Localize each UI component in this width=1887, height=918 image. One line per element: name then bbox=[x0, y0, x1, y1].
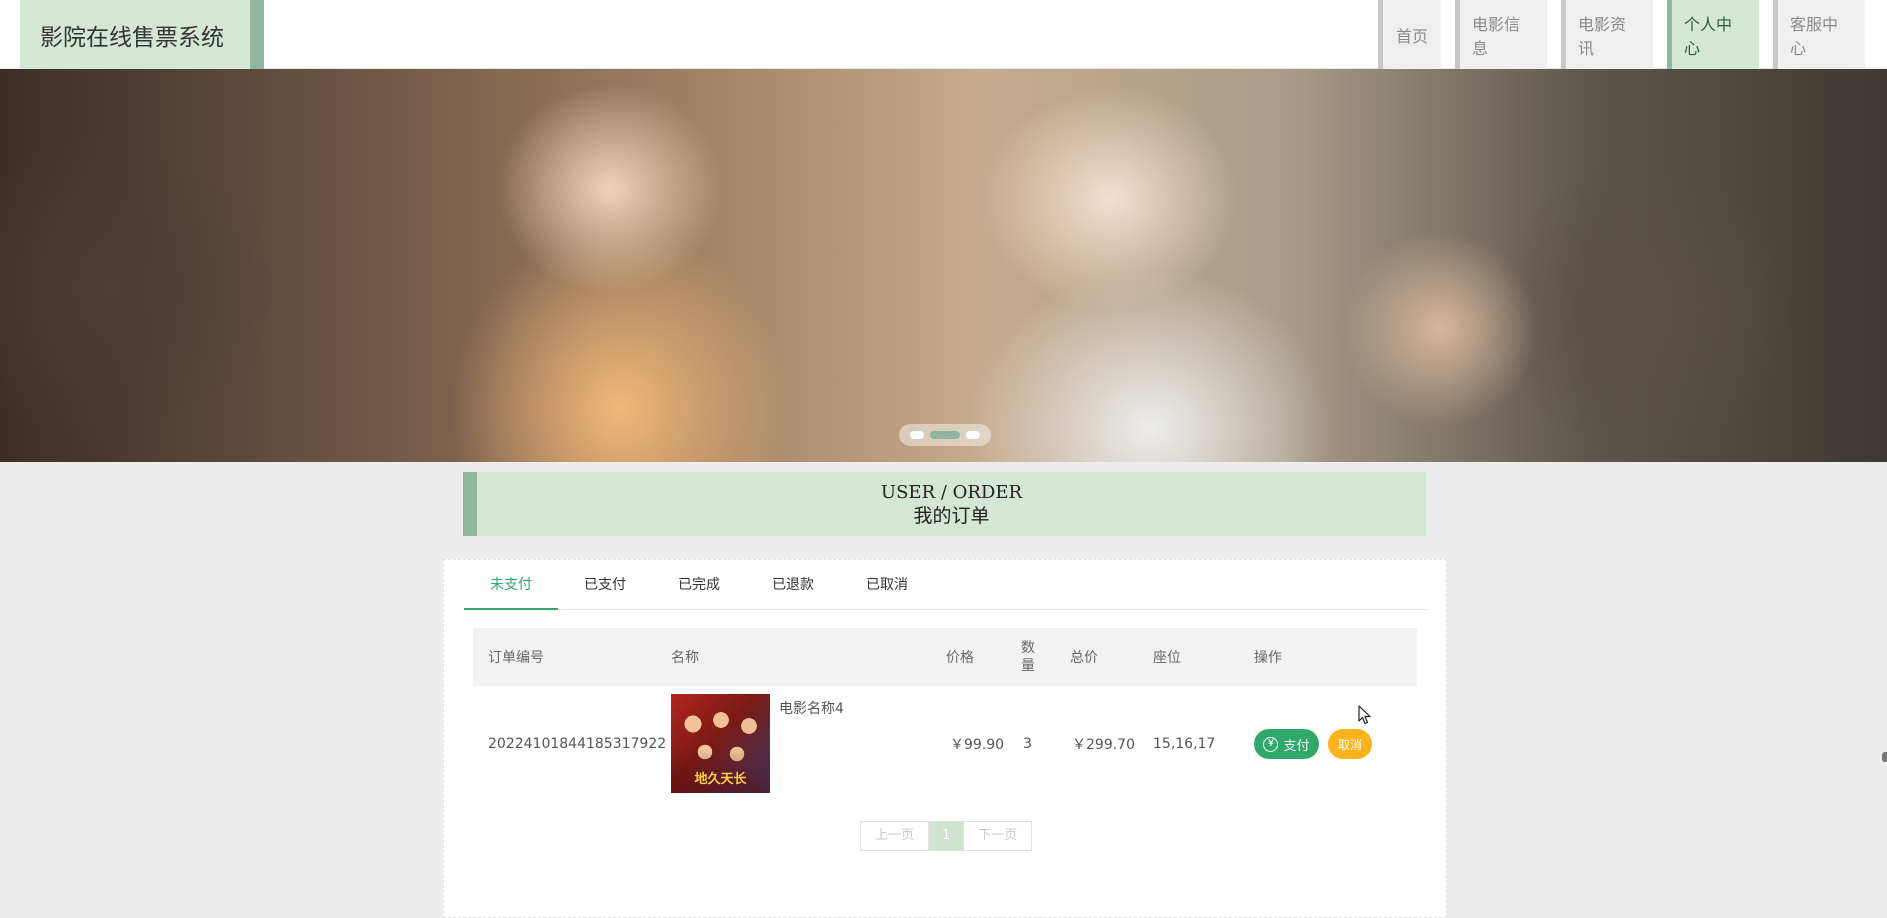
pagination: 上一页 1 下一页 bbox=[860, 821, 1033, 851]
table-row: 20224101844185317922 地久天长 电影名称4 ￥99.90 3… bbox=[473, 686, 1417, 802]
main-nav: 首页 电影信息 电影资讯 个人中心 客服中心 bbox=[1364, 0, 1865, 69]
order-seats: 15,16,17 bbox=[1153, 736, 1216, 752]
movie-poster[interactable]: 地久天长 bbox=[671, 694, 770, 793]
order-price: ￥99.90 bbox=[950, 737, 1005, 753]
header-order-no: 订单编号 bbox=[488, 650, 544, 666]
header-action: 操作 bbox=[1254, 650, 1282, 666]
nav-customer-service[interactable]: 客服中心 bbox=[1773, 0, 1865, 69]
tab-cancelled[interactable]: 已取消 bbox=[840, 560, 934, 610]
mouse-cursor-icon bbox=[1358, 705, 1371, 725]
site-title: 影院在线售票系统 bbox=[40, 24, 224, 51]
site-logo[interactable]: 影院在线售票系统 bbox=[20, 0, 264, 69]
pay-button-label: 支付 bbox=[1283, 738, 1310, 754]
cancel-button[interactable]: 取消 bbox=[1328, 729, 1372, 759]
carousel-dot-1[interactable] bbox=[910, 431, 924, 439]
section-title-en: USER / ORDER bbox=[880, 482, 1023, 503]
header-quantity: 数 量 bbox=[1021, 640, 1035, 674]
poster-title: 地久天长 bbox=[694, 772, 747, 787]
section-title: USER / ORDER 我的订单 bbox=[463, 472, 1426, 536]
nav-movie-info[interactable]: 电影信息 bbox=[1455, 0, 1547, 69]
carousel-dot-3[interactable] bbox=[966, 431, 980, 439]
header-seat: 座位 bbox=[1153, 650, 1181, 666]
orders-table-header: 订单编号 名称 价格 数 量 总价 座位 操作 bbox=[473, 628, 1417, 686]
nav-movie-news[interactable]: 电影资讯 bbox=[1561, 0, 1653, 69]
section-title-zh: 我的订单 bbox=[913, 505, 990, 527]
carousel-indicators bbox=[899, 424, 991, 446]
tab-unpaid[interactable]: 未支付 bbox=[464, 560, 558, 610]
header-total: 总价 bbox=[1070, 650, 1098, 666]
current-page[interactable]: 1 bbox=[928, 822, 964, 850]
header-price: 价格 bbox=[946, 650, 974, 666]
header-name: 名称 bbox=[671, 650, 699, 666]
tab-paid[interactable]: 已支付 bbox=[558, 560, 652, 610]
hero-banner[interactable] bbox=[0, 69, 1887, 462]
tab-refunded[interactable]: 已退款 bbox=[746, 560, 840, 610]
prev-page-button[interactable]: 上一页 bbox=[861, 822, 929, 850]
pay-button[interactable]: ¥ 支付 bbox=[1254, 729, 1319, 759]
yen-icon: ¥ bbox=[1263, 736, 1279, 752]
next-page-button[interactable]: 下一页 bbox=[963, 822, 1032, 850]
scroll-edge-marker bbox=[1882, 752, 1887, 762]
order-quantity: 3 bbox=[1023, 736, 1032, 752]
top-header: 影院在线售票系统 首页 电影信息 电影资讯 个人中心 客服中心 bbox=[0, 0, 1887, 69]
carousel-dot-2[interactable] bbox=[930, 431, 960, 439]
order-number: 20224101844185317922 bbox=[488, 736, 667, 752]
cancel-button-label: 取消 bbox=[1337, 737, 1362, 752]
movie-name[interactable]: 电影名称4 bbox=[779, 698, 844, 718]
orders-panel: 未支付 已支付 已完成 已退款 已取消 订单编号 名称 价格 数 量 总价 座位… bbox=[443, 559, 1447, 918]
nav-home[interactable]: 首页 bbox=[1378, 0, 1441, 69]
order-status-tabs: 未支付 已支付 已完成 已退款 已取消 bbox=[464, 560, 1428, 610]
tab-completed[interactable]: 已完成 bbox=[652, 560, 746, 610]
order-total: ￥299.70 bbox=[1072, 737, 1135, 753]
nav-user-center[interactable]: 个人中心 bbox=[1667, 0, 1759, 69]
